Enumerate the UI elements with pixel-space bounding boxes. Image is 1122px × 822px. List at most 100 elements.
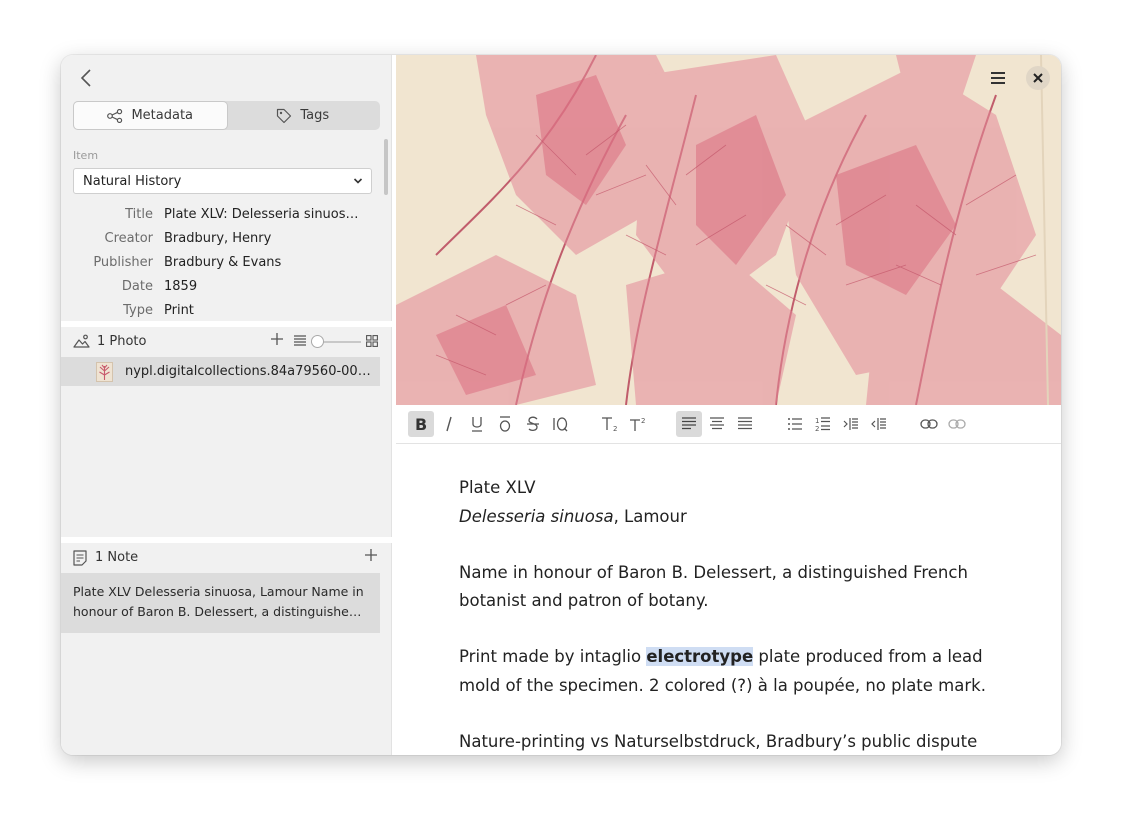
metadata-row-title[interactable]: Title Plate XLV: Delesseria sinuosa, Lam…	[61, 202, 392, 226]
note-paragraph: Name in honour of Baron B. Delessert, a …	[459, 562, 968, 611]
note-species-name: Delesseria sinuosa	[459, 506, 614, 526]
bullet-list-button[interactable]	[782, 411, 808, 437]
note-text: Print made by intaglio	[459, 647, 647, 666]
underline-button[interactable]	[464, 411, 490, 437]
tab-tags[interactable]: Tags	[227, 102, 380, 129]
tab-metadata-label: Metadata	[131, 108, 194, 123]
metadata-value[interactable]: Bradbury, Henry	[164, 231, 360, 246]
overline-button[interactable]	[492, 411, 518, 437]
note-species-author: , Lamour	[613, 506, 687, 526]
close-icon	[1033, 73, 1043, 83]
back-button[interactable]	[75, 67, 97, 89]
strikethrough-button[interactable]	[520, 411, 546, 437]
align-left-button[interactable]	[676, 411, 702, 437]
align-center-icon	[710, 417, 724, 430]
svg-text:B: B	[415, 416, 427, 432]
notes-header: 1 Note	[61, 543, 392, 571]
tab-tags-label: Tags	[300, 108, 330, 123]
photo-thumbnail	[96, 362, 113, 382]
add-note-icon[interactable]	[364, 548, 378, 562]
metadata-key: Type	[123, 302, 153, 318]
tab-metadata[interactable]: Metadata	[74, 102, 227, 129]
overline-icon	[499, 416, 511, 432]
numbered-list-button[interactable]: 12	[810, 411, 836, 437]
superscript-button[interactable]: 2	[625, 411, 651, 437]
align-right-button[interactable]	[732, 411, 758, 437]
outdent-icon	[871, 418, 886, 430]
bold-icon: B	[415, 416, 427, 432]
metadata-table: Title Plate XLV: Delesseria sinuosa, Lam…	[61, 202, 392, 322]
outdent-button[interactable]	[866, 411, 892, 437]
svg-text:2: 2	[613, 425, 617, 432]
metadata-row-creator[interactable]: Creator Bradbury, Henry	[61, 226, 392, 250]
quote-icon	[553, 417, 568, 432]
svg-text:2: 2	[641, 417, 645, 425]
metadata-scrollbar[interactable]	[384, 139, 388, 195]
list-view-icon[interactable]	[294, 335, 306, 346]
close-button[interactable]	[1026, 66, 1050, 90]
superscript-icon: 2	[630, 417, 645, 431]
metadata-key: Creator	[104, 230, 154, 246]
tag-icon	[277, 108, 292, 123]
menu-button[interactable]	[987, 67, 1009, 89]
italic-button[interactable]	[436, 411, 462, 437]
photos-header: 1 Photo	[61, 327, 392, 355]
numbered-list-icon: 12	[815, 417, 830, 432]
link-button[interactable]	[916, 411, 942, 437]
note-preview-line: honour of Baron B. Delessert, a distingu…	[73, 604, 368, 619]
metadata-row-type[interactable]: Type Print	[61, 298, 392, 322]
metadata-row-date[interactable]: Date 1859	[61, 274, 392, 298]
notes-count-label: 1 Note	[95, 550, 139, 565]
note-paragraph: Print made by intaglio electrotype plate…	[459, 643, 1004, 700]
sidebar-tabs: Metadata Tags	[73, 101, 380, 130]
bullet-list-icon	[788, 418, 802, 430]
bold-button[interactable]: B	[408, 411, 434, 437]
zoom-slider-knob[interactable]	[311, 335, 324, 348]
photo-viewer[interactable]	[396, 55, 1061, 405]
chevron-left-icon	[80, 69, 91, 87]
note-list-item[interactable]: Plate XLV Delesseria sinuosa, Lamour Nam…	[61, 573, 380, 633]
add-photo-icon[interactable]	[270, 332, 284, 346]
unlink-button[interactable]	[944, 411, 970, 437]
note-paragraph: Nature-printing vs Naturselbstdruck, Bra…	[459, 731, 978, 751]
main-panel: B 2 2 1 2 Plate XLV Delesseria sinuosa, …	[396, 55, 1061, 755]
app-window: Metadata Tags Item Natural History Title…	[61, 55, 1061, 755]
photos-count-label: 1 Photo	[97, 334, 147, 349]
underline-icon	[472, 417, 482, 432]
item-label: Item	[73, 149, 99, 162]
photo-list-item[interactable]: nypl.digitalcollections.84a79560-0070	[61, 357, 380, 386]
align-right-icon	[738, 417, 752, 430]
metadata-row-publisher[interactable]: Publisher Bradbury & Evans	[61, 250, 392, 274]
metadata-value[interactable]: Print	[164, 303, 360, 318]
note-preview-line: Plate XLV Delesseria sinuosa, Lamour Nam…	[73, 584, 364, 599]
metadata-key: Title	[125, 206, 153, 222]
unlink-icon	[948, 419, 966, 429]
indent-icon	[843, 418, 858, 430]
indent-button[interactable]	[838, 411, 864, 437]
align-center-button[interactable]	[704, 411, 730, 437]
metadata-value[interactable]: 1859	[164, 279, 360, 294]
selected-text: electrotype	[646, 647, 754, 666]
metadata-value[interactable]: Bradbury & Evans	[164, 255, 360, 270]
note-icon	[73, 550, 87, 566]
note-editor[interactable]: Plate XLV Delesseria sinuosa, Lamour Nam…	[459, 474, 1004, 755]
photo-filename: nypl.digitalcollections.84a79560-0070	[125, 364, 373, 379]
item-type-select[interactable]: Natural History	[73, 168, 372, 194]
align-left-icon	[682, 417, 696, 430]
metadata-value[interactable]: Plate XLV: Delesseria sinuosa, Lamour	[164, 207, 360, 222]
svg-text:2: 2	[815, 425, 819, 432]
strikethrough-icon	[527, 416, 539, 431]
grid-view-icon[interactable]	[366, 335, 378, 347]
item-select-value: Natural History	[83, 174, 182, 189]
metadata-key: Date	[121, 278, 153, 294]
metadata-key: Publisher	[93, 254, 153, 270]
italic-icon	[446, 416, 452, 432]
photo-icon	[73, 334, 90, 348]
share-nodes-icon	[107, 108, 123, 123]
format-toolbar: B 2 2 1 2	[396, 405, 1061, 444]
link-icon	[920, 419, 938, 429]
subscript-button[interactable]: 2	[597, 411, 623, 437]
svg-text:1: 1	[815, 417, 819, 425]
hamburger-menu-icon	[991, 72, 1005, 84]
quote-button[interactable]	[548, 411, 574, 437]
